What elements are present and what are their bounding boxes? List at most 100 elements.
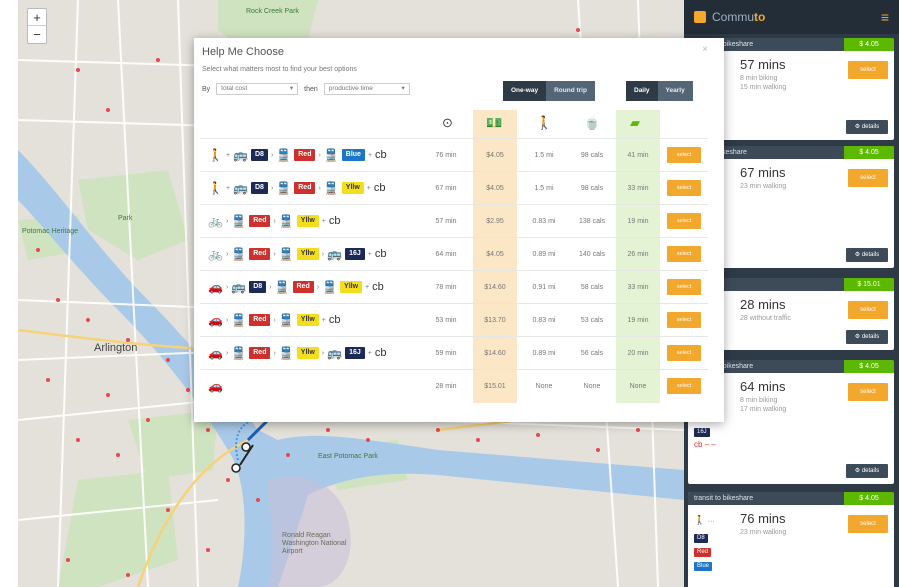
train-icon: 🚆 [278,346,294,360]
period-toggle: Daily Yearly [626,81,693,101]
walk-cell: 1.5 mi [534,152,554,159]
card-cost: $ 4.05 [844,146,894,159]
logo-icon [694,11,706,23]
walk-cell: None [535,383,553,390]
bikeshare-icon: cb [372,281,384,293]
toggle-one-way[interactable]: One-way [503,81,547,101]
select-button[interactable]: select [848,383,888,401]
select-button[interactable]: select [667,345,701,361]
mode-sequence: 🚗 › 🚆 Red › 🚆 Yllw › 🚌 16J + cb [208,346,387,360]
mode-sequence: 🚲 › 🚆 Red › 🚆 Yllw › 🚌 16J + cb [208,247,387,261]
bus-icon: 🚌 [231,280,247,294]
metro-red-badge: Red [294,182,316,194]
productive-cell: 20 min [616,337,660,370]
train-icon: 🚆 [323,148,339,162]
calories-cell: 98 cals [580,185,604,192]
mode-sequence: 🚗 [208,379,223,393]
select-button[interactable]: select [667,180,701,196]
metro-red-badge: Red [249,248,271,260]
table-row: 🚗 › 🚆 Red › 🚆 Yllw + cb 53 min $13.70 0.83 mi… [200,303,708,337]
select-button[interactable]: select [667,312,701,328]
details-button[interactable]: ⚙ details [846,120,888,134]
close-icon[interactable]: × [702,44,708,55]
menu-icon[interactable]: ≡ [881,9,889,25]
details-button[interactable]: ⚙ details [846,330,888,344]
card-cost: $ 4.05 [844,38,894,51]
metro-red-badge: Red [249,314,271,326]
select-button[interactable]: select [667,378,701,394]
select-button[interactable]: select [848,61,888,79]
chevron-down-icon: ▾ [289,85,294,92]
bus-icon: 🚌 [233,148,248,162]
table-row: 🚶 + 🚌 D8 › 🚆 Red › 🚆 Blue + cb 76 min $4.05 1.5… [200,138,708,172]
card-sub: 8 min biking [740,75,778,82]
walk-icon[interactable]: 🚶 [536,115,552,131]
zoom-control: + − [27,8,47,44]
select-button[interactable]: select [848,515,888,533]
time-cell: 57 min [435,218,457,225]
car-icon: 🚗 [208,313,223,327]
trip-toggle: One-way Round trip [503,81,595,101]
productive-cell: 26 min [616,238,660,271]
calories-cell: 140 cals [578,251,606,258]
bus-16j-badge: 16J [345,347,365,359]
productive-time-icon[interactable]: ▰ [630,115,640,131]
select-button[interactable]: select [667,279,701,295]
time-cell: 76 min [435,152,457,159]
table-row: 🚲 › 🚆 Red › 🚆 Yllw › 🚌 16J + cb 64 min $4.05 0.… [200,237,708,271]
zoom-out-button[interactable]: − [28,26,46,43]
bikeshare-icon: cb [375,149,387,161]
map-label-potomac: Potomac Heritage [22,228,79,235]
mode-sequence: 🚶 + 🚌 D8 › 🚆 Red › 🚆 Blue + cb [208,148,387,162]
table-row: 🚗 › 🚌 D8 › 🚆 Red › 🚆 Yllw + cb 78 min $14.60 0.… [200,270,708,304]
calories-icon[interactable]: 🍵 [584,115,600,131]
productive-cell: 33 min [616,271,660,304]
toggle-round-trip[interactable]: Round trip [546,81,595,101]
sort-secondary-select[interactable]: productive time ▾ [323,83,410,95]
bus-d8-badge: D8 [249,281,267,293]
then-label: then [304,85,318,93]
bus-16j-badge: 16J [694,428,710,437]
card-time: 64 mins [740,379,786,394]
options-table: ⊙ 💵 🚶 🍵 ▰ 🚶 + 🚌 D8 › 🚆 Red › 🚆 Blue + cb 76 min… [200,110,708,403]
card-sub: 17 min walking [740,406,787,413]
card-sub: 28 without traffic [740,315,791,322]
train-icon: 🚆 [322,280,338,294]
train-icon: 🚆 [231,214,247,228]
bus-icon: 🚌 [233,181,248,195]
select-button[interactable]: select [667,246,701,262]
modal-title: Help Me Choose [202,46,284,58]
money-icon[interactable]: 💵 [486,115,502,131]
select-button[interactable]: select [667,147,701,163]
metro-yellow-badge: Yllw [296,314,319,326]
bus-icon: 🚌 [327,346,343,360]
mode-sequence: 🚶 + 🚌 D8 › 🚆 Red › 🚆 Yllw + cb [208,181,386,195]
bike-icon: 🚲 [208,214,223,228]
select-button[interactable]: select [848,169,888,187]
toggle-yearly[interactable]: Yearly [657,81,693,101]
help-me-choose-modal: Help Me Choose × Select what matters mos… [194,38,724,422]
card-sub: 15 min walking [740,84,787,91]
zoom-in-button[interactable]: + [28,9,46,26]
time-cell: 67 min [435,185,457,192]
calories-cell: 98 cals [580,152,604,159]
cost-cell: $4.05 [473,172,517,205]
select-button[interactable]: select [848,301,888,319]
toggle-daily[interactable]: Daily [626,81,658,101]
map-label-park: Park [118,215,133,222]
result-card[interactable]: transit to bikeshare $ 4.05 🚶 ··· D8 Red Blu… [688,492,894,587]
clock-icon[interactable]: ⊙ [442,115,453,131]
select-button[interactable]: select [667,213,701,229]
card-sub: 23 min walking [740,183,787,190]
metro-blue-badge: Blue [694,562,713,571]
car-icon: 🚗 [208,379,223,393]
train-icon: 🚆 [278,214,294,228]
cost-cell: $14.60 [473,271,517,304]
productive-cell: 19 min [616,304,660,337]
sort-primary-select[interactable]: total cost ▾ [216,83,299,95]
details-button[interactable]: ⚙ details [846,248,888,262]
calories-cell: 56 cals [580,350,604,357]
table-header: ⊙ 💵 🚶 🍵 ▰ [200,110,708,138]
details-button[interactable]: ⚙ details [846,464,888,478]
map-label-arlington: Arlington [94,342,138,354]
